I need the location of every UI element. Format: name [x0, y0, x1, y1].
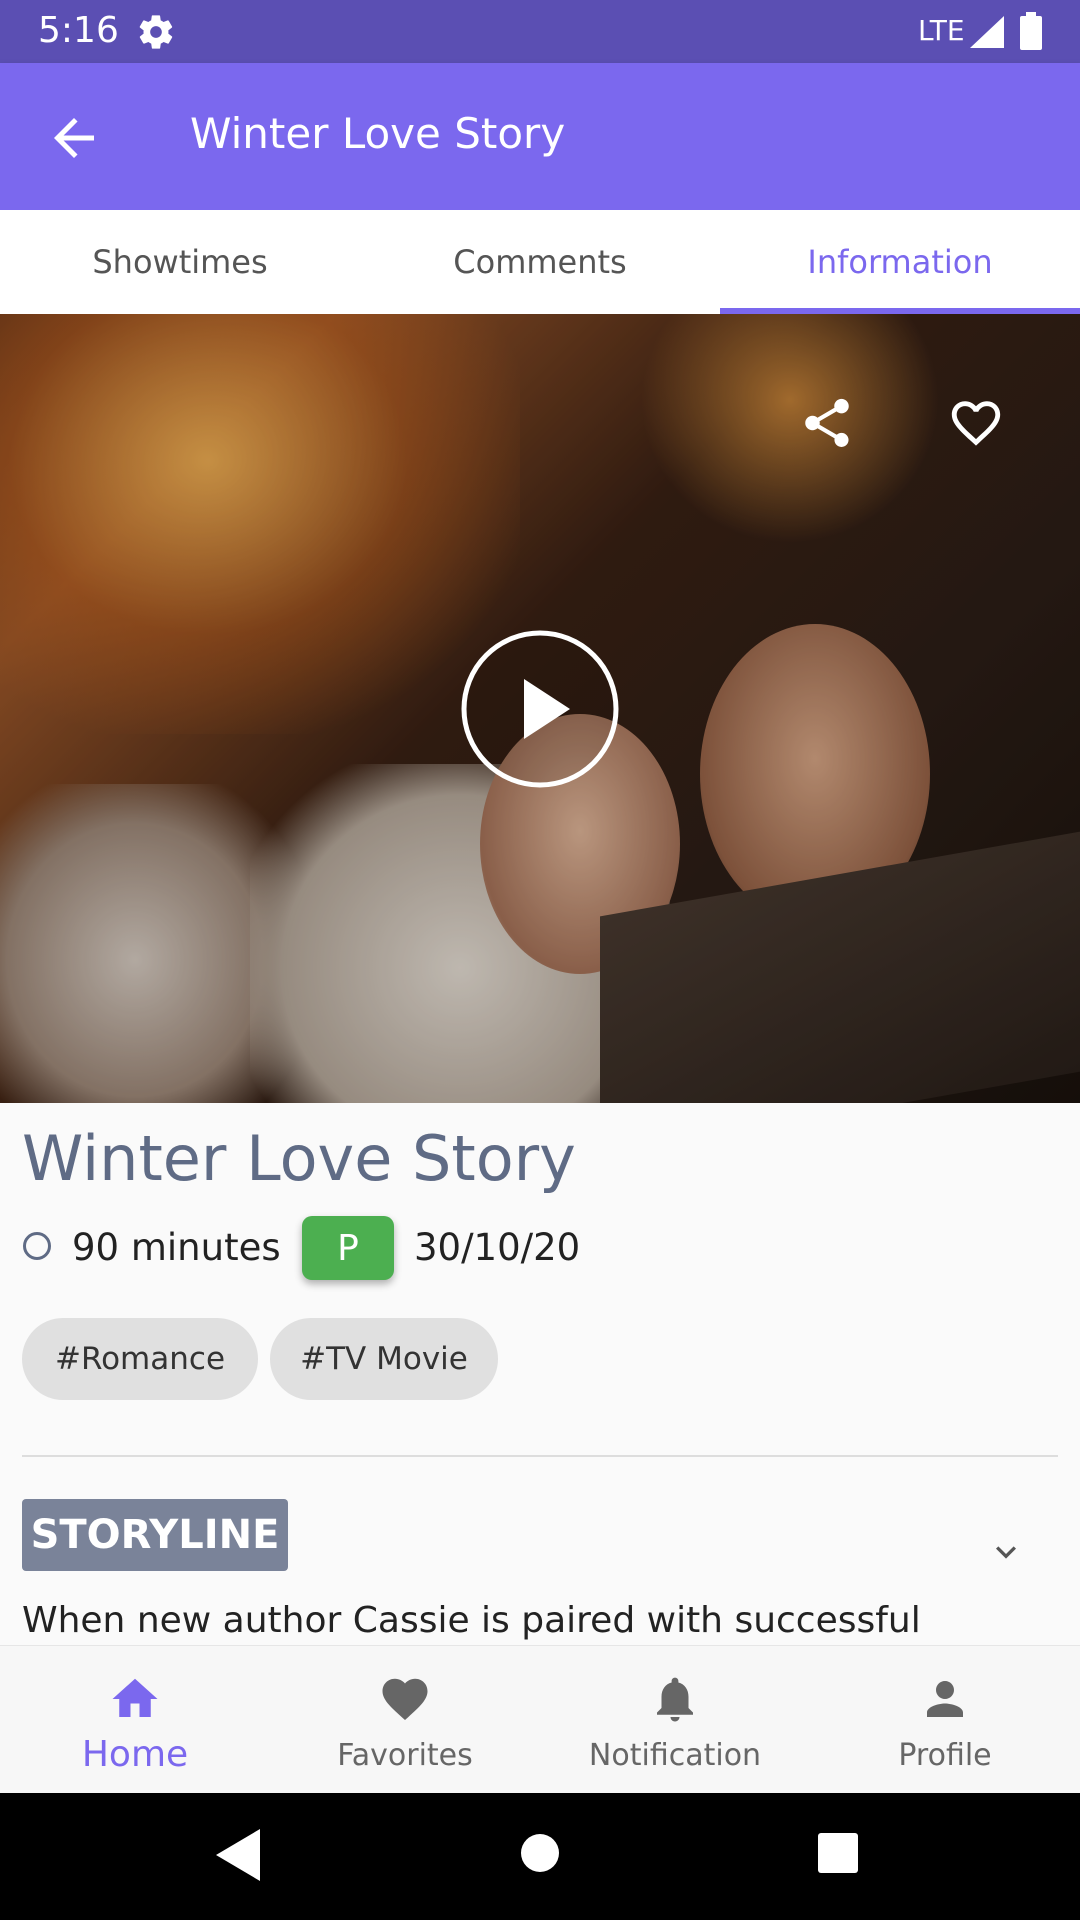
- nav-home[interactable]: Home: [0, 1646, 270, 1794]
- movie-backdrop-image: [0, 314, 1080, 1103]
- settings-gear-icon: [139, 15, 173, 49]
- bell-icon: [657, 1677, 693, 1722]
- nav-favorites[interactable]: Favorites: [270, 1646, 540, 1794]
- nav-favorites-label: Favorites: [337, 1738, 473, 1773]
- rating-badge: P: [302, 1216, 394, 1280]
- app-bar-title: Winter Love Story: [190, 109, 566, 158]
- app-bar: Winter Love Story: [0, 63, 1080, 210]
- nav-notification-label: Notification: [588, 1738, 762, 1773]
- system-back-icon[interactable]: [216, 1829, 260, 1881]
- system-home-icon[interactable]: [520, 1833, 560, 1873]
- system-recents-icon[interactable]: [818, 1833, 858, 1873]
- clock-icon: [23, 1232, 51, 1260]
- battery-icon: [1020, 12, 1042, 50]
- tab-information[interactable]: Information: [720, 210, 1080, 314]
- tab-comments[interactable]: Comments: [360, 210, 720, 314]
- heart-icon: [382, 1678, 428, 1721]
- bottom-navigation: Home Favorites Notification Profile: [0, 1645, 1080, 1794]
- movie-title: Winter Love Story: [22, 1122, 576, 1195]
- storyline-heading: STORYLINE: [22, 1499, 288, 1571]
- storyline-text: When new author Cassie is paired with su…: [22, 1600, 921, 1641]
- release-date: 30/10/20: [414, 1226, 581, 1269]
- heart-outline-icon[interactable]: [946, 394, 1006, 452]
- share-icon[interactable]: [798, 394, 856, 452]
- network-type: LTE: [918, 14, 965, 47]
- divider: [22, 1455, 1058, 1457]
- back-arrow-icon[interactable]: [44, 108, 104, 168]
- movie-meta-row: 90 minutes P 30/10/20: [22, 1216, 1062, 1280]
- status-time: 5:16: [38, 10, 119, 51]
- chevron-down-icon[interactable]: [986, 1532, 1026, 1572]
- tag-chip-tv-movie[interactable]: #TV Movie: [270, 1318, 498, 1400]
- nav-home-label: Home: [81, 1734, 189, 1775]
- movie-duration: 90 minutes: [72, 1226, 281, 1269]
- system-navigation-bar: [0, 1793, 1080, 1920]
- nav-profile[interactable]: Profile: [810, 1646, 1080, 1794]
- status-bar: 5:16 LTE: [0, 0, 1080, 63]
- tab-bar: Showtimes Comments Information: [0, 210, 1080, 314]
- person-icon: [927, 1681, 963, 1717]
- nav-notification[interactable]: Notification: [540, 1646, 810, 1794]
- tab-showtimes[interactable]: Showtimes: [0, 210, 360, 314]
- play-circle-icon[interactable]: [460, 629, 620, 789]
- nav-profile-label: Profile: [898, 1738, 992, 1773]
- home-icon: [112, 1678, 158, 1717]
- tag-chip-romance[interactable]: #Romance: [22, 1318, 258, 1400]
- signal-icon: [970, 16, 1004, 48]
